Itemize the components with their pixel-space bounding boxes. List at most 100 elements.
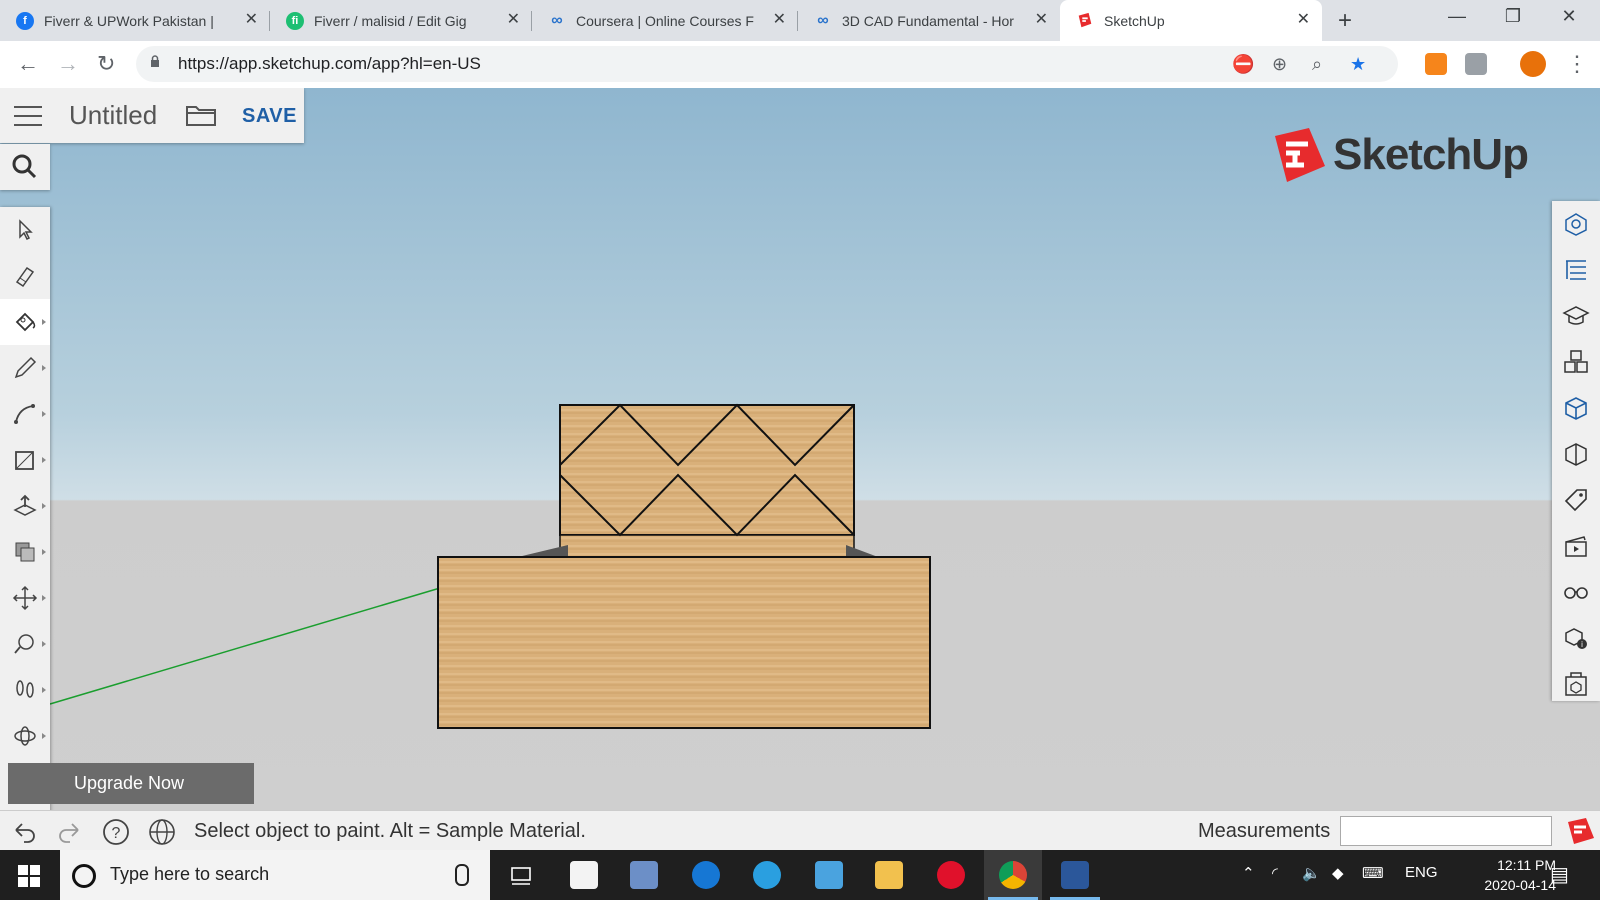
sketchup-badge-icon[interactable] — [1566, 816, 1596, 846]
forward-button[interactable]: → — [57, 51, 79, 77]
wifi-icon[interactable]: ◜ — [1272, 864, 1278, 882]
status-bar: ? Select object to paint. Alt = Sample M… — [0, 810, 1600, 851]
globe-icon[interactable] — [148, 818, 176, 846]
undo-icon[interactable] — [10, 818, 38, 846]
close-icon[interactable]: ✕ — [245, 12, 258, 28]
taskbar-search-box[interactable]: Type here to search — [60, 850, 490, 900]
tab-sketchup[interactable]: SketchUp ✕ — [1060, 0, 1322, 41]
document-title[interactable]: Untitled — [69, 100, 157, 131]
menu-icon[interactable] — [14, 106, 42, 133]
snipping-app[interactable] — [800, 850, 858, 900]
chrome-menu-icon[interactable]: ⋮ — [1566, 51, 1588, 77]
help-icon[interactable]: ? — [102, 818, 130, 846]
word-icon — [1061, 861, 1089, 889]
paint-app[interactable] — [615, 850, 673, 900]
solid-inspector-icon — [1565, 672, 1587, 696]
reload-button[interactable]: ↻ — [97, 51, 115, 77]
microphone-icon[interactable] — [455, 864, 469, 886]
close-icon[interactable]: ✕ — [507, 12, 520, 28]
scenes-panel-button[interactable] — [1552, 523, 1600, 569]
opera-app[interactable] — [922, 850, 980, 900]
push-pull-tool[interactable] — [0, 483, 50, 529]
tab-fiverr-edit-gig[interactable]: fi Fiverr / malisid / Edit Gig ✕ — [270, 0, 532, 41]
arc-tool[interactable] — [0, 391, 50, 437]
tab-coursera[interactable]: ∞ Coursera | Online Courses F ✕ — [532, 0, 798, 41]
close-icon[interactable]: ✕ — [1297, 12, 1310, 28]
instructor-panel-button[interactable] — [1552, 293, 1600, 339]
internet-explorer-app[interactable] — [738, 850, 796, 900]
chrome-app[interactable] — [984, 850, 1042, 900]
model-info-panel-button[interactable]: i — [1552, 615, 1600, 661]
action-center-icon[interactable]: ▤ — [1550, 862, 1569, 887]
back-button[interactable]: ← — [17, 51, 39, 77]
solid-inspector-panel-button[interactable] — [1552, 661, 1600, 707]
keyboard-icon[interactable]: ⌨ — [1362, 864, 1384, 882]
sketchup-icon — [1076, 12, 1094, 30]
new-tab-button[interactable]: + — [1338, 7, 1352, 35]
upper-crate[interactable] — [518, 403, 878, 558]
install-icon[interactable]: ⊕ — [1272, 54, 1287, 75]
search-button[interactable] — [0, 144, 50, 190]
coursera-icon: ∞ — [817, 11, 829, 29]
close-icon[interactable]: ✕ — [773, 12, 786, 28]
redo-icon[interactable] — [56, 818, 84, 846]
rectangle-tool[interactable] — [0, 437, 50, 483]
move-tool[interactable] — [0, 575, 50, 621]
edge-app[interactable] — [677, 850, 735, 900]
microsoft-store-app[interactable] — [555, 850, 613, 900]
show-hidden-icons-chevron[interactable]: ⌃ — [1242, 864, 1255, 882]
profile-avatar[interactable] — [1520, 51, 1546, 77]
star-icon[interactable]: ★ — [1350, 54, 1366, 75]
pencil-tool[interactable] — [0, 345, 50, 391]
close-window-button[interactable]: ✕ — [1546, 6, 1592, 27]
tags-panel-button[interactable] — [1552, 477, 1600, 523]
task-view-button[interactable] — [492, 850, 550, 900]
tab-3d-cad[interactable]: ∞ 3D CAD Fundamental - Hor ✕ — [798, 0, 1060, 41]
zoom-icon[interactable]: ⌕ — [1312, 54, 1322, 75]
fiverr-icon: fi — [286, 11, 304, 30]
display-panel-button[interactable] — [1552, 569, 1600, 615]
minimize-button[interactable]: — — [1434, 6, 1480, 27]
panel-tray: i — [1552, 201, 1600, 701]
tape-measure-tool[interactable] — [0, 621, 50, 667]
dropbox-icon[interactable]: ◆ — [1332, 864, 1344, 882]
sketchup-viewport[interactable]: Untitled SAVE SketchUp i Upgrade Now — [0, 88, 1600, 810]
materials-panel-button[interactable] — [1552, 385, 1600, 431]
eraser-tool[interactable] — [0, 253, 50, 299]
components-panel-button[interactable] — [1552, 339, 1600, 385]
entity-info-panel-button[interactable] — [1552, 201, 1600, 247]
lower-crate[interactable] — [437, 556, 931, 729]
outliner-panel-button[interactable] — [1552, 247, 1600, 293]
file-bar: Untitled SAVE — [0, 88, 304, 143]
word-app[interactable] — [1046, 850, 1104, 900]
volume-icon[interactable]: 🔈 — [1302, 864, 1321, 882]
blocked-icon[interactable]: ⛔ — [1232, 54, 1254, 75]
maximize-button[interactable]: ❐ — [1490, 6, 1536, 27]
walk-tool[interactable] — [0, 667, 50, 713]
measurements-input[interactable] — [1340, 816, 1552, 846]
graduation-cap-icon — [1562, 306, 1590, 325]
file-explorer-app[interactable] — [860, 850, 918, 900]
orbit-icon — [14, 726, 36, 746]
clock[interactable]: 12:11 PM 2020-04-14 — [1436, 855, 1556, 895]
pencil-icon — [14, 356, 37, 379]
styles-panel-button[interactable] — [1552, 431, 1600, 477]
styles-icon — [1565, 443, 1587, 466]
model-scene[interactable] — [0, 88, 1600, 810]
orbit-tool[interactable] — [0, 713, 50, 759]
upgrade-now-button[interactable]: Upgrade Now — [8, 763, 254, 804]
offset-tool[interactable] — [0, 529, 50, 575]
extension-icon[interactable] — [1465, 53, 1487, 75]
save-button[interactable]: SAVE — [242, 105, 297, 128]
paint-bucket-tool[interactable] — [0, 299, 50, 345]
close-icon[interactable]: ✕ — [1035, 12, 1048, 28]
address-bar[interactable]: https://app.sketchup.com/app?hl=en-US ⛔ … — [136, 46, 1398, 82]
tab-fiverr-upwork[interactable]: f Fiverr & UPWork Pakistan | ✕ — [0, 0, 270, 41]
select-tool[interactable] — [0, 207, 50, 253]
metamask-extension-icon[interactable] — [1425, 53, 1447, 75]
folder-icon[interactable] — [186, 104, 216, 126]
clapperboard-icon — [1565, 536, 1587, 557]
windows-start-icon[interactable] — [18, 865, 40, 887]
components-icon — [1564, 350, 1588, 373]
language-indicator[interactable]: ENG — [1405, 864, 1438, 881]
